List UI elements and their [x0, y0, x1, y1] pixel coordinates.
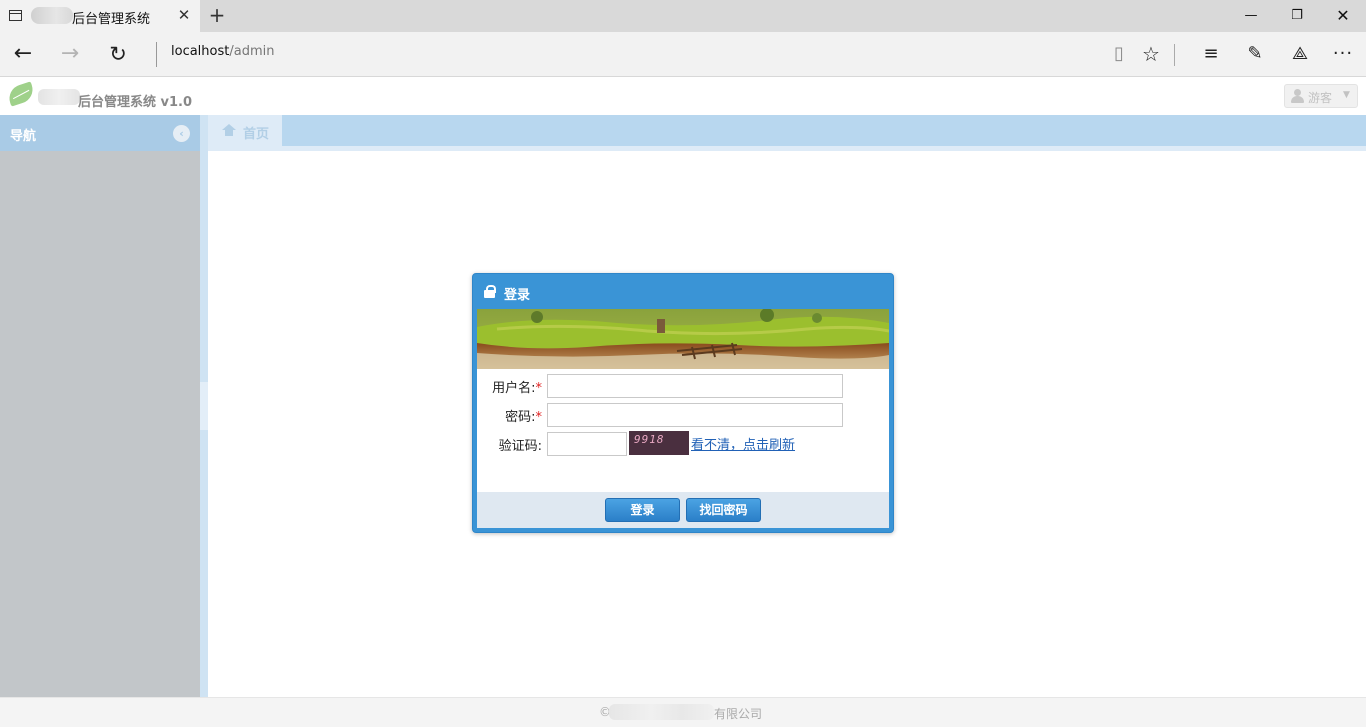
- password-row: 密码:*: [477, 402, 889, 428]
- banner-image: [477, 309, 889, 369]
- user-menu-button[interactable]: 游客 ▼: [1284, 84, 1358, 108]
- username-input[interactable]: [547, 374, 843, 398]
- content-tab-bar: 首页: [208, 115, 1366, 151]
- browser-tab[interactable]: 后台管理系统 ✕: [0, 0, 200, 32]
- company-name: 有限公司: [714, 707, 763, 721]
- username-row: 用户名:*: [477, 373, 889, 399]
- address-bar: ← → ↻ localhost/admin ▯ ☆ ≡ ✎ ⟁ ···: [0, 32, 1366, 77]
- home-icon: [222, 124, 236, 136]
- reading-view-icon[interactable]: ▯: [1104, 40, 1134, 68]
- sidebar: 导航 ‹: [0, 115, 200, 697]
- hub-icon[interactable]: ≡: [1196, 40, 1226, 68]
- divider: [1174, 44, 1175, 66]
- login-dialog: 登录 用户名:* 密码:* 验证码: 9918 看不清，点击刷新 登录 找回密码: [472, 273, 894, 533]
- captcha-input[interactable]: [547, 432, 627, 456]
- close-window-button[interactable]: ✕: [1320, 0, 1366, 32]
- forward-arrow-icon[interactable]: →: [55, 40, 85, 68]
- lock-icon: [484, 285, 496, 298]
- redacted-text: [31, 7, 73, 24]
- tab-title: 后台管理系统: [72, 12, 151, 27]
- tab-home[interactable]: 首页: [208, 115, 282, 146]
- user-menu-label: 游客: [1308, 91, 1333, 105]
- captcha-image[interactable]: 9918: [629, 431, 689, 455]
- caret-down-icon: ▼: [1343, 90, 1350, 100]
- sidebar-header: 导航 ‹: [0, 115, 200, 151]
- dialog-footer: 登录 找回密码: [477, 492, 889, 528]
- share-icon[interactable]: ⟁: [1285, 40, 1315, 68]
- redacted-text: [609, 704, 714, 720]
- forgot-password-button[interactable]: 找回密码: [686, 498, 761, 522]
- tab-label: 首页: [243, 127, 270, 142]
- username-label: 用户名:*: [492, 377, 542, 396]
- page-footer: © 有限公司: [0, 697, 1366, 727]
- refresh-icon[interactable]: ↻: [103, 40, 133, 68]
- app-header: 后台管理系统 v1.0 游客 ▼: [0, 77, 1366, 115]
- dialog-title: 登录: [504, 288, 531, 303]
- user-icon: [1291, 89, 1304, 103]
- redacted-text: [38, 89, 80, 105]
- url-field[interactable]: localhost/admin: [171, 44, 274, 59]
- more-icon[interactable]: ···: [1328, 40, 1358, 68]
- password-label: 密码:*: [505, 406, 542, 425]
- back-arrow-icon[interactable]: ←: [8, 40, 38, 68]
- new-tab-button[interactable]: +: [205, 4, 229, 28]
- required-mark: *: [535, 410, 543, 425]
- username-label-text: 用户名:: [492, 381, 536, 396]
- sidebar-title: 导航: [10, 129, 37, 144]
- dialog-body: 用户名:* 密码:* 验证码: 9918 看不清，点击刷新 登录 找回密码: [477, 309, 889, 528]
- star-icon[interactable]: ☆: [1136, 40, 1166, 68]
- divider: [156, 42, 157, 67]
- login-button[interactable]: 登录: [605, 498, 680, 522]
- page-icon: [9, 10, 22, 21]
- refresh-captcha-link[interactable]: 看不清，点击刷新: [691, 434, 795, 453]
- captcha-row: 验证码: 9918 看不清，点击刷新: [477, 431, 889, 457]
- app-title: 后台管理系统 v1.0: [78, 95, 193, 110]
- url-path: /admin: [229, 44, 275, 59]
- captcha-label: 验证码:: [498, 439, 542, 454]
- minimize-button[interactable]: —: [1228, 0, 1274, 32]
- leaf-logo-icon: [5, 81, 37, 107]
- browser-tab-bar: 后台管理系统 ✕ + — ❐ ✕: [0, 0, 1366, 32]
- password-input[interactable]: [547, 403, 843, 427]
- captcha-text: 9918: [634, 433, 665, 446]
- url-host: localhost: [171, 44, 230, 59]
- chevron-left-icon[interactable]: ‹: [173, 125, 190, 142]
- sidebar-splitter[interactable]: [200, 115, 208, 697]
- required-mark: *: [535, 381, 543, 396]
- restore-button[interactable]: ❐: [1274, 0, 1320, 32]
- close-tab-icon[interactable]: ✕: [176, 6, 192, 24]
- splitter-handle[interactable]: [200, 382, 208, 430]
- password-label-text: 密码:: [505, 410, 536, 425]
- web-note-icon[interactable]: ✎: [1240, 40, 1270, 68]
